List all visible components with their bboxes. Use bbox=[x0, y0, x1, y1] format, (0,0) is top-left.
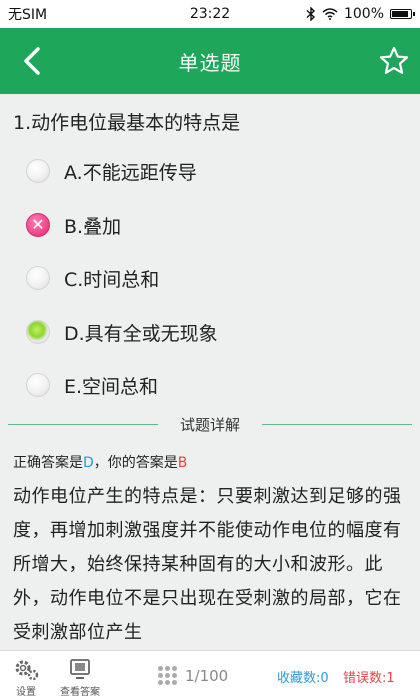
gear-icon bbox=[15, 660, 39, 681]
bluetooth-icon bbox=[306, 7, 315, 21]
radio-unselected-icon[interactable] bbox=[26, 266, 50, 290]
option-label: B.叠加 bbox=[64, 215, 122, 238]
star-outline-icon[interactable] bbox=[378, 45, 410, 77]
option-e[interactable]: E.空间总和 bbox=[0, 360, 420, 410]
errors-count[interactable]: 错误数:1 bbox=[343, 667, 395, 686]
view-answer-label: 查看答案 bbox=[60, 687, 100, 698]
wifi-icon bbox=[322, 8, 338, 20]
progress-indicator[interactable]: 1/100 bbox=[158, 666, 228, 685]
question-text: 1.动作电位最基本的特点是 bbox=[13, 112, 241, 134]
explanation-text: 动作电位产生的特点是：只要刺激达到足够的强度，再增加刺激强度并不能使动作电位的幅… bbox=[13, 486, 402, 643]
battery-icon bbox=[390, 9, 415, 19]
grid-icon bbox=[158, 666, 177, 685]
radio-correct-icon[interactable] bbox=[26, 320, 50, 344]
option-b[interactable]: ✕ B.叠加 bbox=[0, 200, 420, 250]
bottom-bar: 设置 查看答案 1/100 收藏数:0 错误数:1 bbox=[0, 650, 420, 700]
nav-bar: 单选题 bbox=[0, 28, 420, 94]
progress-count: 1/100 bbox=[185, 666, 229, 685]
page-title: 单选题 bbox=[178, 50, 242, 75]
option-c[interactable]: C.时间总和 bbox=[0, 253, 420, 303]
your-answer: B bbox=[177, 455, 188, 471]
option-d[interactable]: D.具有全或无现象 bbox=[0, 307, 420, 357]
radio-unselected-icon[interactable] bbox=[26, 373, 50, 397]
chevron-left-icon[interactable] bbox=[18, 45, 48, 77]
detail-heading: 试题详解 bbox=[0, 414, 420, 435]
detail-divider: 试题详解 bbox=[0, 414, 420, 434]
option-label: A.不能远距传导 bbox=[64, 161, 197, 184]
battery-percent: 100% bbox=[343, 6, 384, 22]
radio-wrong-icon[interactable]: ✕ bbox=[26, 213, 50, 237]
option-label: C.时间总和 bbox=[64, 268, 160, 291]
settings-button[interactable]: 设置 bbox=[12, 657, 40, 698]
settings-label: 设置 bbox=[16, 687, 36, 698]
favorites-count[interactable]: 收藏数:0 bbox=[277, 667, 329, 686]
carrier-label: 无SIM bbox=[8, 7, 48, 23]
answer-summary: 正确答案是D，你的答案是B bbox=[13, 455, 188, 471]
view-answer-button[interactable]: 查看答案 bbox=[60, 657, 100, 698]
status-right: 100% bbox=[306, 6, 415, 22]
correct-answer: D bbox=[83, 455, 94, 471]
radio-unselected-icon[interactable] bbox=[26, 159, 50, 183]
option-a[interactable]: A.不能远距传导 bbox=[0, 146, 420, 196]
status-bar: 无SIM 23:22 100% bbox=[0, 0, 420, 28]
option-label: E.空间总和 bbox=[64, 375, 159, 398]
monitor-icon bbox=[70, 659, 90, 679]
option-label: D.具有全或无现象 bbox=[64, 322, 218, 345]
